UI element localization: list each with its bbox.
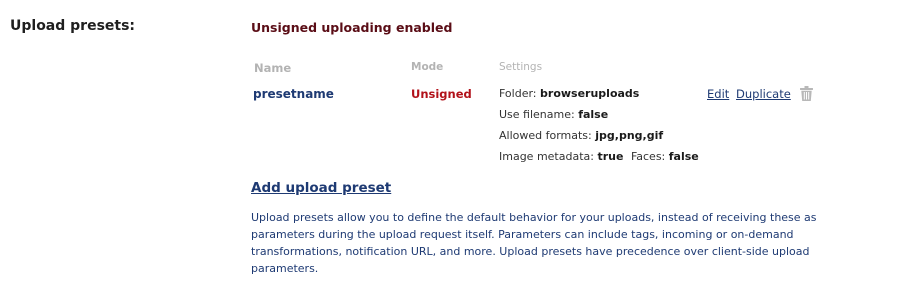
setting-folder-value: browseruploads: [540, 87, 640, 100]
preset-mode: Unsigned: [411, 87, 472, 101]
setting-image-metadata-value: true: [597, 150, 624, 163]
edit-link[interactable]: Edit: [707, 87, 729, 101]
column-header-name: Name: [254, 61, 292, 75]
add-upload-preset-link[interactable]: Add upload preset: [251, 180, 391, 196]
section-label: Upload presets:: [10, 18, 136, 34]
setting-image-metadata: Image metadata: true Faces: false: [499, 150, 699, 163]
setting-image-metadata-label: Image metadata:: [499, 150, 594, 163]
setting-use-filename-value: false: [578, 108, 609, 121]
setting-folder: Folder: browseruploads: [499, 87, 639, 100]
column-header-mode: Mode: [411, 61, 444, 73]
setting-folder-label: Folder:: [499, 87, 537, 100]
unsigned-status-text: Unsigned uploading enabled: [251, 20, 453, 35]
setting-allowed-formats: Allowed formats: jpg,png,gif: [499, 129, 663, 142]
upload-presets-description: Upload presets allow you to define the d…: [251, 211, 817, 275]
setting-use-filename: Use filename: false: [499, 108, 608, 121]
column-header-settings: Settings: [499, 61, 543, 73]
setting-faces-label: Faces:: [630, 150, 666, 163]
setting-allowed-formats-value: jpg,png,gif: [595, 129, 664, 142]
setting-use-filename-label: Use filename:: [499, 108, 575, 121]
trash-icon[interactable]: [800, 86, 813, 101]
duplicate-link[interactable]: Duplicate: [736, 87, 791, 101]
setting-faces-value: false: [668, 150, 699, 163]
setting-allowed-formats-label: Allowed formats:: [499, 129, 592, 142]
preset-name: presetname: [253, 87, 334, 101]
